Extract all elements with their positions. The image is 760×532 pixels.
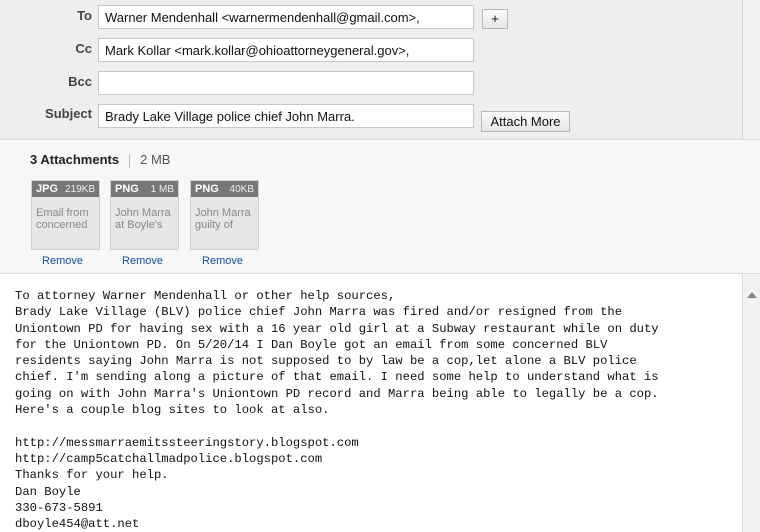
- attachment-type-bar: PNG 40KB: [191, 181, 258, 197]
- attachment-thumbnail[interactable]: PNG 1 MB John Marra at Boyle's: [110, 180, 179, 250]
- subject-label: Subject: [45, 106, 92, 121]
- attachment-type: PNG: [115, 183, 139, 195]
- attachment-type-bar: PNG 1 MB: [111, 181, 178, 197]
- message-body[interactable]: To attorney Warner Mendenhall or other h…: [0, 274, 742, 532]
- add-recipient-button[interactable]: +: [482, 9, 508, 29]
- header-scrollbar[interactable]: [742, 0, 760, 139]
- attachment-thumbnail[interactable]: PNG 40KB John Marra guilty of: [190, 180, 259, 250]
- attachments-summary: 3 Attachments 2 MB: [30, 152, 170, 168]
- cc-label: Cc: [75, 41, 92, 56]
- remove-attachment-link[interactable]: Remove: [188, 255, 257, 267]
- bcc-field[interactable]: [98, 71, 474, 95]
- body-scrollbar[interactable]: [742, 274, 760, 532]
- attachment-size: 1 MB: [150, 183, 174, 195]
- bcc-label: Bcc: [68, 74, 92, 89]
- message-body-text[interactable]: To attorney Warner Mendenhall or other h…: [0, 274, 742, 532]
- attachment-name: Email from concerned: [36, 207, 89, 231]
- summary-divider: [129, 153, 131, 168]
- attachment-size: 219KB: [64, 183, 95, 195]
- cc-field[interactable]: Mark Kollar <mark.kollar@ohioattorneygen…: [98, 38, 474, 62]
- attachment-type: JPG: [36, 183, 59, 195]
- chevron-up-icon[interactable]: [747, 292, 757, 298]
- attachment-size: 40KB: [229, 183, 254, 195]
- attachment-name: John Marra at Boyle's: [115, 207, 171, 231]
- remove-attachment-link[interactable]: Remove: [28, 255, 97, 267]
- to-field[interactable]: Warner Mendenhall <warnermendenhall@gmai…: [98, 5, 474, 29]
- remove-attachment-link[interactable]: Remove: [108, 255, 177, 267]
- attachments-total-size: 2 MB: [140, 152, 171, 167]
- subject-field[interactable]: Brady Lake Village police chief John Mar…: [98, 104, 474, 128]
- compose-header: To Warner Mendenhall <warnermendenhall@g…: [0, 0, 742, 139]
- attachment-type-bar: JPG 219KB: [32, 181, 99, 197]
- to-label: To: [77, 8, 92, 23]
- attachments-panel: 3 Attachments 2 MB JPG 219KB Email from c…: [0, 139, 760, 274]
- attachment-thumbnail[interactable]: JPG 219KB Email from concerned: [31, 180, 100, 250]
- attach-more-button[interactable]: Attach More: [481, 111, 570, 132]
- attachments-count: 3 Attachments: [30, 152, 120, 167]
- attachment-type: PNG: [195, 183, 219, 195]
- attachment-name: John Marra guilty of: [195, 207, 251, 231]
